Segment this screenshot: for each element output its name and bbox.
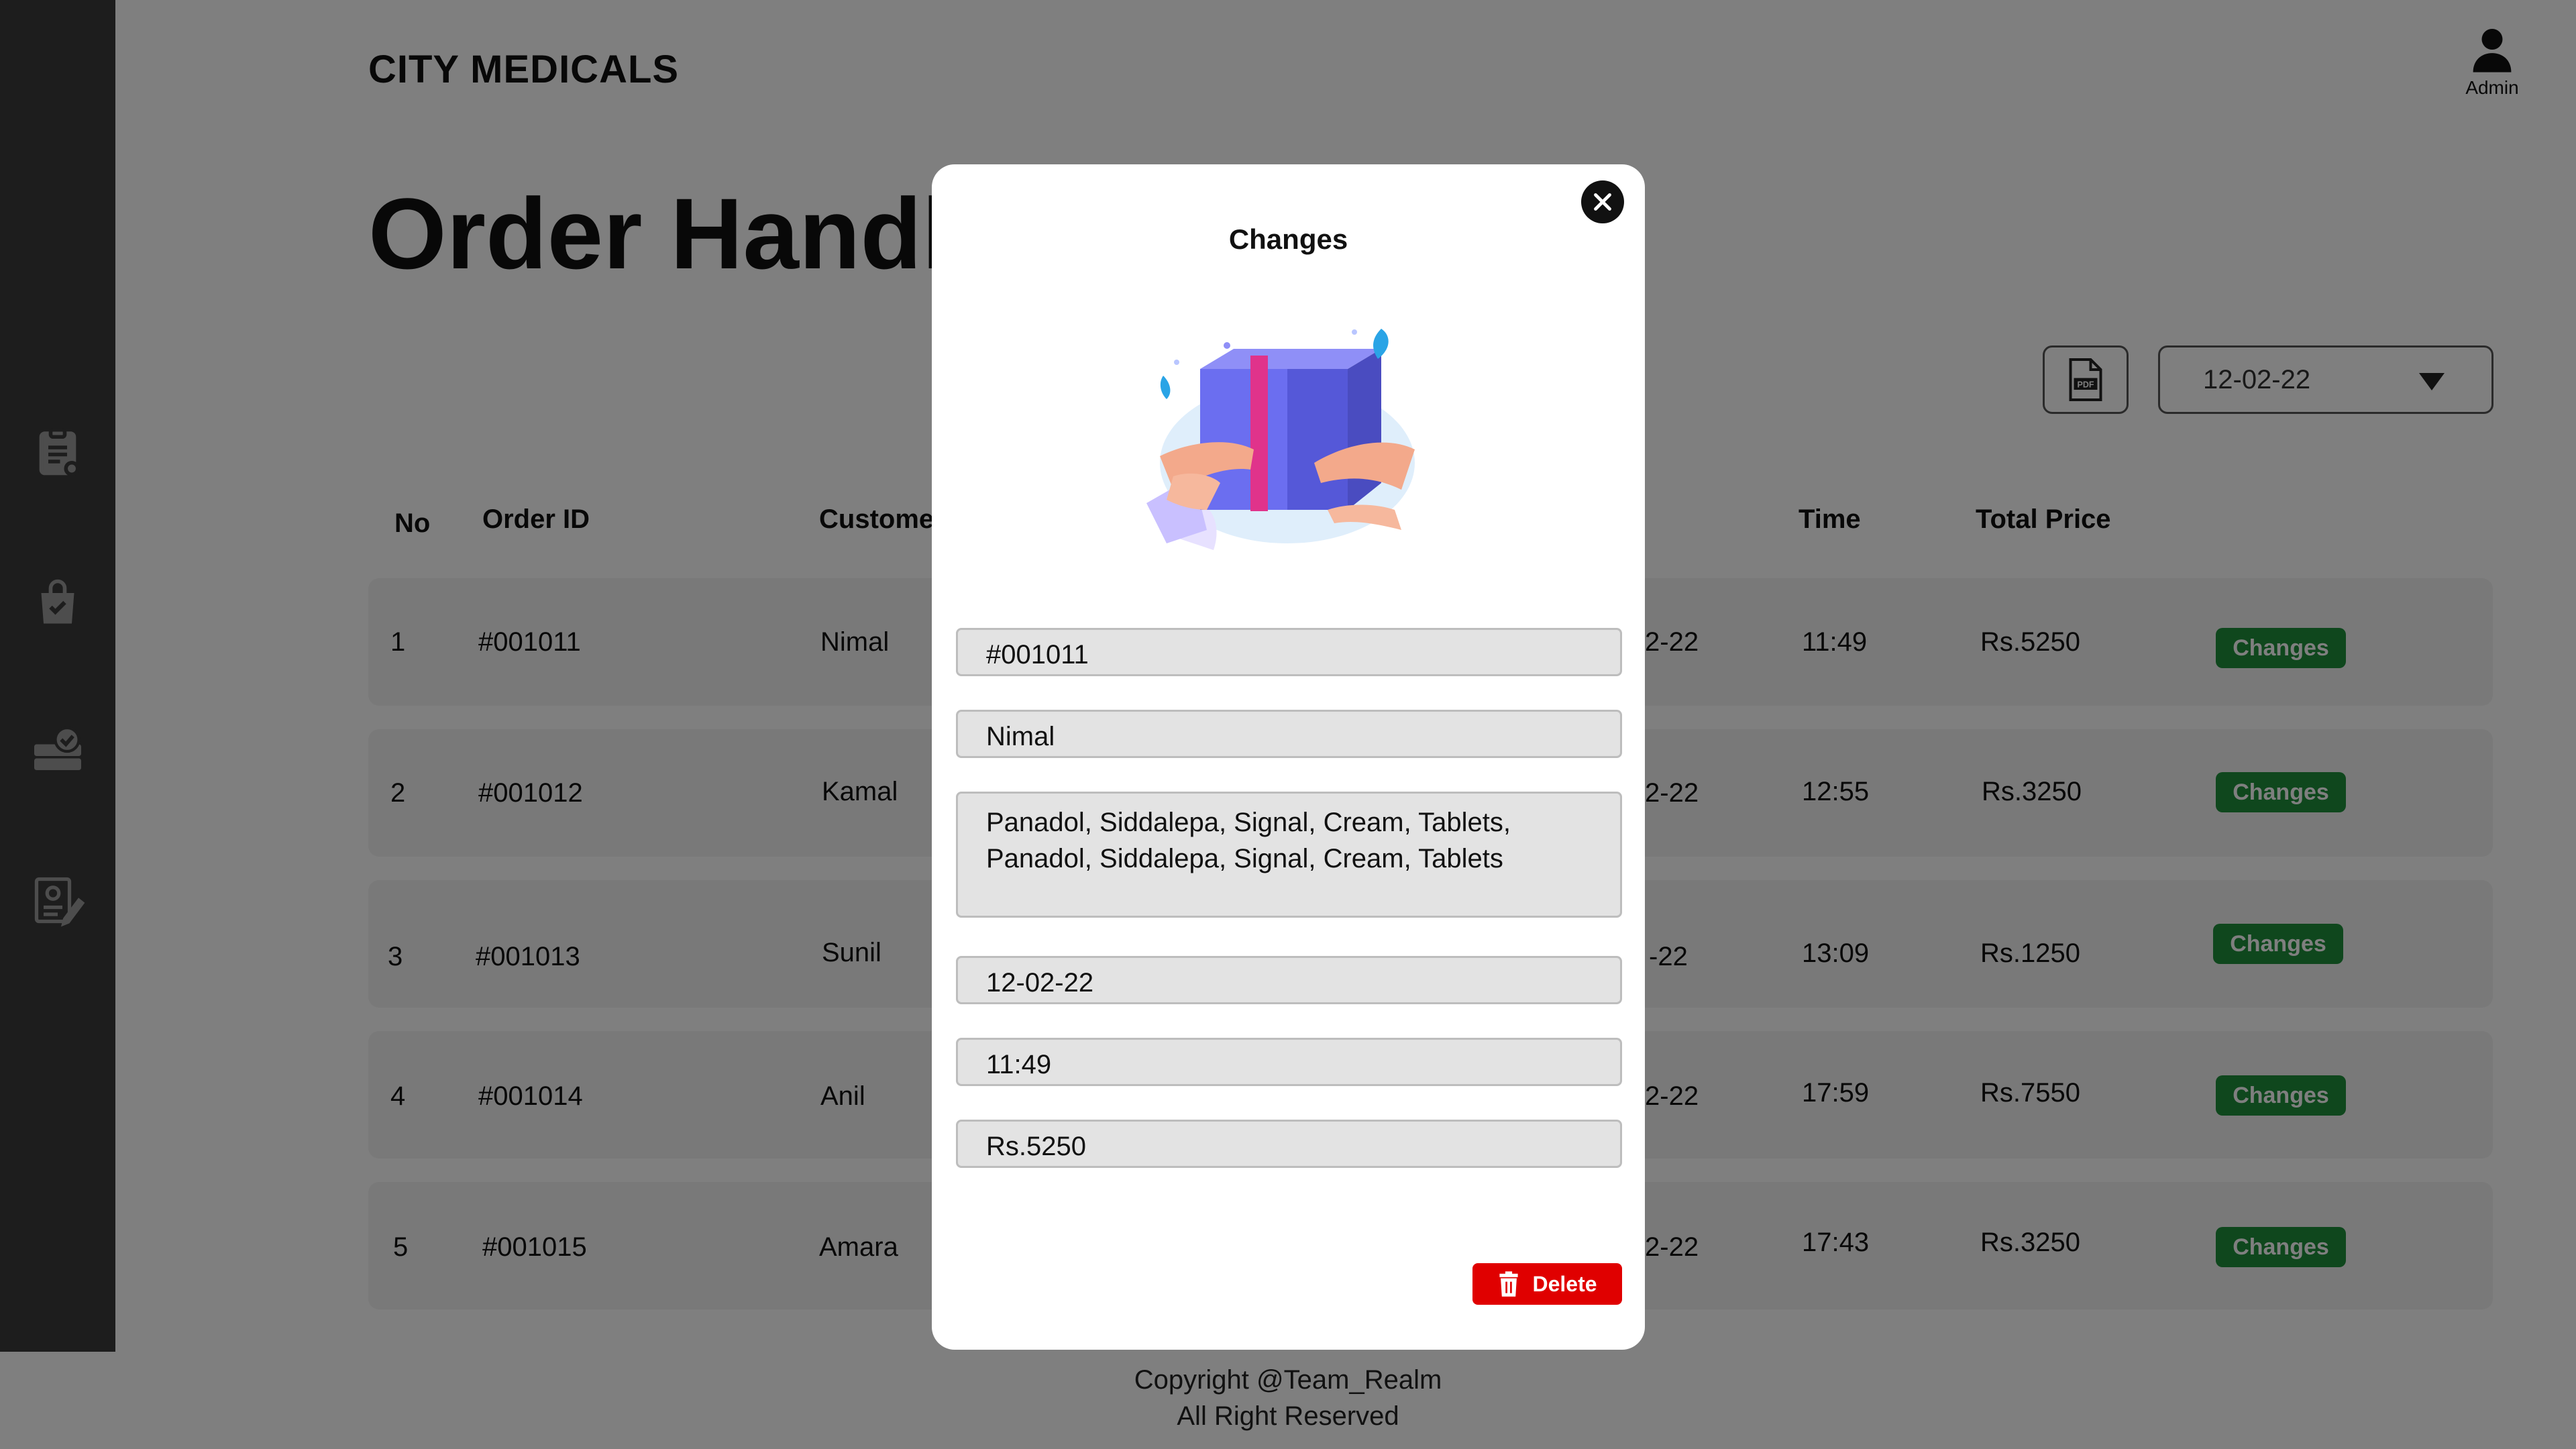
price-field[interactable]: Rs.5250	[956, 1120, 1622, 1168]
trash-icon	[1499, 1271, 1519, 1297]
delete-label: Delete	[1532, 1271, 1597, 1296]
order-id-field[interactable]: #001011	[956, 628, 1622, 676]
delete-button[interactable]: Delete	[1472, 1263, 1622, 1305]
close-button[interactable]	[1581, 180, 1624, 223]
date-field[interactable]: 12-02-22	[956, 956, 1622, 1004]
customer-field[interactable]: Nimal	[956, 710, 1622, 758]
gift-box-hands-illustration	[1146, 329, 1415, 550]
modal-title: Changes	[1228, 223, 1348, 255]
changes-modal: Changes #001011 Nimal Panadol, Siddalepa…	[932, 164, 1645, 1350]
items-field[interactable]: Panadol, Siddalepa, Signal, Cream, Table…	[956, 792, 1622, 918]
close-icon	[1594, 193, 1611, 211]
time-field[interactable]: 11:49	[956, 1038, 1622, 1086]
